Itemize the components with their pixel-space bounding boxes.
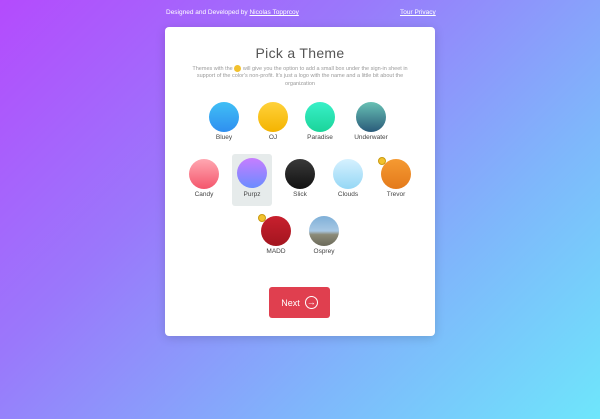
arrow-right-icon: → bbox=[304, 296, 318, 309]
theme-swatch bbox=[189, 159, 219, 189]
credit-text: Designed and Developed by Nicolas Topprc… bbox=[166, 9, 299, 16]
theme-label: Trevor bbox=[386, 191, 406, 198]
credit-prefix: Designed and Developed by bbox=[166, 9, 248, 16]
theme-option-bluey[interactable]: Bluey bbox=[204, 100, 244, 150]
theme-picker-card: Pick a Theme Themes with the will give y… bbox=[165, 27, 435, 336]
theme-swatch bbox=[356, 102, 386, 132]
theme-option-clouds[interactable]: Clouds bbox=[328, 157, 368, 207]
credit-author-link[interactable]: Nicolas Topprcoy bbox=[249, 9, 298, 16]
theme-option-osprey[interactable]: Osprey bbox=[304, 214, 344, 264]
next-button-label: Next bbox=[281, 297, 300, 308]
theme-swatch-photo bbox=[309, 216, 339, 246]
theme-description: Themes with the will give you the option… bbox=[183, 65, 417, 88]
theme-swatch bbox=[333, 159, 363, 189]
theme-swatch bbox=[237, 158, 267, 188]
theme-swatch bbox=[261, 216, 291, 246]
theme-swatch bbox=[381, 159, 411, 189]
theme-swatch bbox=[305, 102, 335, 132]
privacy-link[interactable]: Tour Privacy bbox=[400, 9, 436, 16]
theme-option-candy[interactable]: Candy bbox=[184, 157, 224, 207]
nonprofit-badge-icon bbox=[258, 214, 266, 222]
theme-swatch bbox=[285, 159, 315, 189]
theme-option-paradise[interactable]: Paradise bbox=[300, 100, 340, 150]
page-title: Pick a Theme bbox=[255, 45, 345, 61]
theme-option-trevor[interactable]: Trevor bbox=[376, 157, 416, 207]
description-text-1: Themes with the bbox=[192, 65, 233, 72]
theme-swatch bbox=[209, 102, 239, 132]
theme-swatch bbox=[258, 102, 288, 132]
nonprofit-badge-icon bbox=[378, 157, 386, 165]
theme-label: Osprey bbox=[313, 248, 335, 255]
theme-option-underwater[interactable]: Underwater bbox=[351, 100, 391, 150]
theme-option-purpz[interactable]: Purpz bbox=[232, 154, 272, 206]
next-button[interactable]: Next → bbox=[269, 287, 330, 318]
theme-option-oj[interactable]: OJ bbox=[253, 100, 293, 150]
top-bar: Designed and Developed by Nicolas Topprc… bbox=[0, 9, 600, 21]
theme-option-madd[interactable]: MADD bbox=[256, 214, 296, 264]
theme-label: Underwater bbox=[354, 134, 388, 141]
theme-option-slick[interactable]: Slick bbox=[280, 157, 320, 207]
smiley-emoji-icon bbox=[234, 65, 242, 72]
